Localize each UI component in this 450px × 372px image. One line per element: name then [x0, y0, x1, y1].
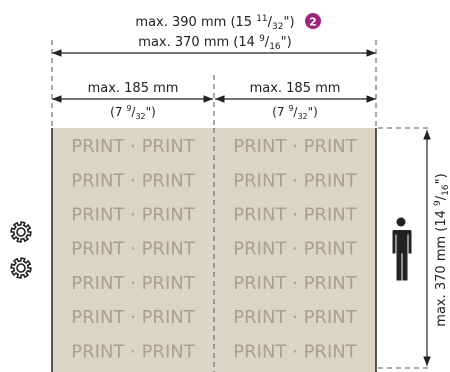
print-cell-text: PRINT · PRINT	[233, 170, 357, 191]
print-cell-text: PRINT · PRINT	[233, 136, 357, 157]
print-width-label: max. 370 mm (14 9/16")	[138, 34, 291, 52]
print-cell-text: PRINT · PRINT	[233, 239, 357, 260]
person-icon	[392, 217, 412, 281]
print-cell-text: PRINT · PRINT	[71, 307, 195, 328]
right-column-inch-label: (7 9/32")	[272, 104, 318, 121]
overall-width-label: max. 390 mm (15 11/32")	[135, 14, 294, 32]
left-column-inch-label: (7 9/32")	[110, 104, 156, 121]
gear-icon	[10, 221, 32, 243]
right-column-label: max. 185 mm	[250, 81, 341, 96]
print-cell-text: PRINT · PRINT	[71, 170, 195, 191]
print-cell-text: PRINT · PRINT	[71, 341, 195, 362]
print-cell-text: PRINT · PRINT	[71, 205, 195, 226]
print-cell-text: PRINT · PRINT	[71, 273, 195, 294]
print-cell-text: PRINT · PRINT	[233, 307, 357, 328]
gear-icon	[10, 257, 32, 279]
print-cell-text: PRINT · PRINT	[233, 205, 357, 226]
height-label: max. 370 mm (14 9/16")	[433, 173, 450, 326]
print-cell-text: PRINT · PRINT	[233, 273, 357, 294]
left-column-label: max. 185 mm	[88, 81, 179, 96]
step-badge: 2	[305, 13, 321, 29]
print-cell-text: PRINT · PRINT	[71, 136, 195, 157]
svg-text:2: 2	[309, 16, 317, 29]
format-diagram: max. 390 mm (15 11/32") 2 max. 370 mm (1…	[10, 13, 450, 372]
print-cell-text: PRINT · PRINT	[71, 239, 195, 260]
print-cell-text: PRINT · PRINT	[233, 341, 357, 362]
